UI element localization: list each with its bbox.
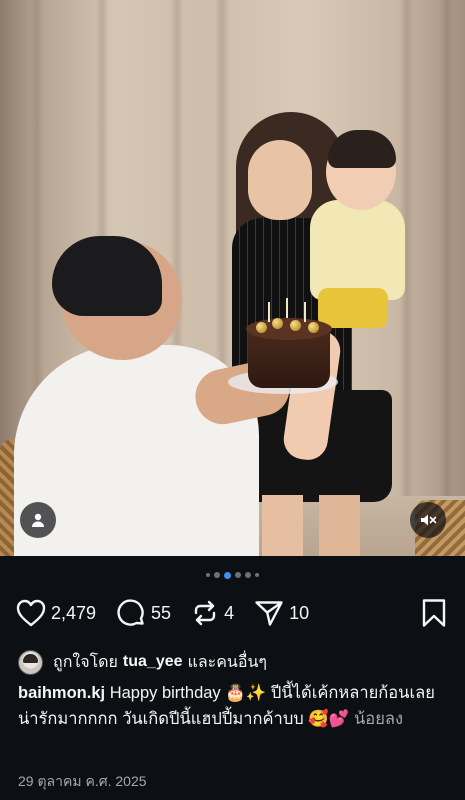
carousel-dot	[224, 571, 231, 579]
repost-icon	[194, 600, 216, 626]
repost-count[interactable]: 4	[224, 603, 234, 624]
user-tag-icon	[32, 513, 44, 527]
carousel-dot	[245, 572, 251, 578]
comment-count[interactable]: 55	[151, 603, 171, 624]
carousel-dot	[206, 573, 210, 577]
man-hair	[52, 236, 162, 316]
candle	[286, 298, 288, 318]
caption-username[interactable]: baihmon.kj	[18, 684, 105, 702]
carousel-dot	[214, 572, 220, 578]
post-date: 29 ตุลาคม ค.ศ. 2025	[18, 773, 147, 789]
candle	[268, 302, 270, 322]
speaker-muted-icon	[421, 514, 437, 526]
gold-ball	[290, 320, 301, 331]
show-less-link[interactable]: น้อยลง	[354, 710, 403, 728]
like-count[interactable]: 2,479	[51, 603, 96, 624]
repost-button[interactable]: 4	[191, 599, 234, 627]
comment-button[interactable]: 55	[116, 598, 171, 628]
liked-by-user[interactable]: tua_yee	[123, 653, 183, 671]
woman-face	[248, 140, 312, 220]
liked-by-suffix[interactable]: และคนอื่นๆ	[188, 650, 268, 675]
post-caption: baihmon.kj Happy birthday 🎂✨ ปีนี้ได้เค้…	[18, 680, 448, 732]
post-photo[interactable]	[0, 0, 465, 556]
share-count[interactable]: 10	[289, 603, 309, 624]
baby-shirt	[310, 200, 405, 300]
heart-icon	[16, 599, 46, 627]
curtain-fold	[440, 0, 454, 556]
gold-ball	[272, 318, 283, 329]
save-button[interactable]	[421, 598, 447, 632]
avatar[interactable]	[18, 649, 43, 675]
gold-ball	[256, 322, 267, 333]
carousel-dot	[235, 572, 241, 578]
mute-button[interactable]	[410, 502, 446, 538]
baby-shorts	[318, 288, 388, 328]
gold-ball	[308, 322, 319, 333]
woman-legs	[262, 495, 360, 556]
carousel-dot	[255, 573, 259, 577]
tagged-users-button[interactable]	[20, 502, 56, 538]
bookmark-icon	[422, 599, 446, 627]
carousel-indicator	[0, 570, 465, 580]
liked-by-row[interactable]: ถูกใจโดย tua_yee และคนอื่นๆ	[18, 649, 267, 675]
baby-hair	[328, 130, 396, 168]
share-icon	[255, 601, 283, 626]
candle	[304, 302, 306, 322]
post-action-bar: 2,479 55 4 10	[16, 596, 451, 630]
comment-icon	[117, 599, 144, 626]
share-button[interactable]: 10	[254, 599, 309, 627]
liked-by-prefix: ถูกใจโดย	[53, 653, 118, 671]
like-button[interactable]: 2,479	[16, 599, 96, 627]
